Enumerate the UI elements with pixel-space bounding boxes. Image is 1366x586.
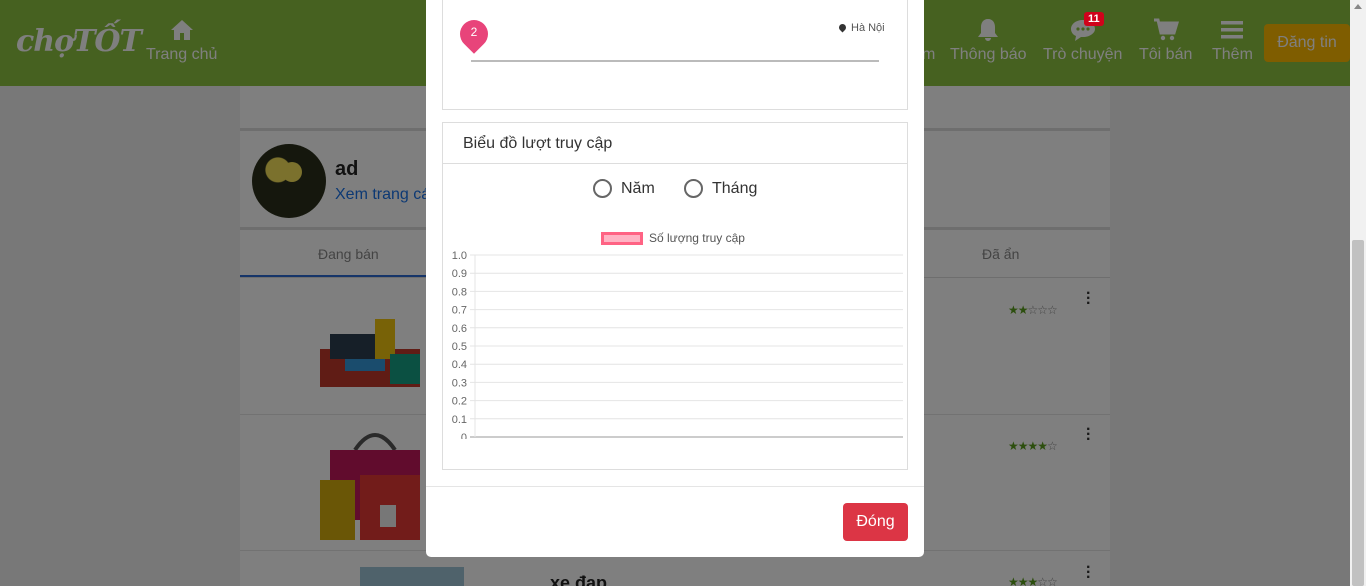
y-tick-label: 1.0 <box>452 250 467 262</box>
legend-label: Số lượng truy cập <box>649 231 745 245</box>
radio-month[interactable]: Tháng <box>684 179 757 198</box>
location-card: 2 Hà Nội <box>442 0 908 110</box>
y-tick-label: 0.4 <box>452 359 467 371</box>
legend-swatch <box>601 231 643 245</box>
modal-footer: Đóng <box>426 486 924 557</box>
map-line <box>471 60 879 62</box>
page-scrollbar[interactable] <box>1350 0 1366 586</box>
scroll-up-icon[interactable] <box>1354 4 1362 9</box>
radio-year-label: Năm <box>621 179 655 197</box>
y-tick-label: 0.8 <box>452 286 467 298</box>
radio-circle[interactable] <box>593 179 612 198</box>
chart-title: Biểu đồ lượt truy cập <box>443 123 907 164</box>
y-tick-label: 0.6 <box>452 323 467 335</box>
y-tick-label: 0.1 <box>452 414 467 426</box>
location-label: Hà Nội <box>837 22 885 34</box>
stats-modal: 2 Hà Nội Biểu đồ lượt truy cập Năm Tháng… <box>426 0 924 557</box>
chart-legend[interactable]: Số lượng truy cập <box>601 231 745 245</box>
chat-badge: 11 <box>1084 12 1104 26</box>
y-tick-label: 0.7 <box>452 305 467 317</box>
map-pin-label: 2 <box>470 25 478 39</box>
visits-line-chart: 1.0 0.9 0.8 0.7 0.6 0.5 0.4 0.3 0.2 0.1 0 <box>452 250 903 439</box>
location-text: Hà Nội <box>851 22 885 34</box>
y-tick-label: 0 <box>461 432 467 439</box>
y-tick-label: 0.9 <box>452 268 467 280</box>
y-tick-label: 0.3 <box>452 377 467 389</box>
scrollbar-thumb[interactable] <box>1352 240 1364 586</box>
visits-chart-card: Biểu đồ lượt truy cập Năm Tháng Số lượng… <box>442 122 908 470</box>
radio-circle[interactable] <box>684 179 703 198</box>
y-tick-label: 0.5 <box>452 341 467 353</box>
location-pin-icon <box>837 22 848 33</box>
close-button[interactable]: Đóng <box>843 503 908 541</box>
radio-month-label: Tháng <box>712 179 758 197</box>
radio-year[interactable]: Năm <box>593 179 655 198</box>
y-tick-label: 0.2 <box>452 396 467 408</box>
